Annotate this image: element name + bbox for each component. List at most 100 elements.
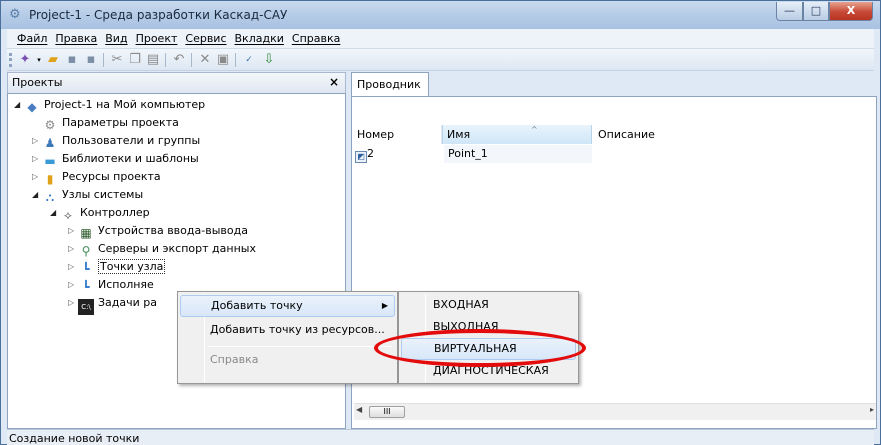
toolbar-grip[interactable] <box>9 53 12 67</box>
collapsed-arrow-icon[interactable]: ▷ <box>68 222 78 240</box>
paste-icon[interactable]: ▤ <box>145 52 161 68</box>
points-icon: ┗ <box>82 262 90 276</box>
tree-item-controller[interactable]: ◢ ⟡ Контроллер <box>50 204 150 222</box>
highlight-circle <box>374 329 586 367</box>
column-header-name[interactable]: ^ Имя <box>442 125 592 144</box>
tree-item-label: Project-1 на Мой компьютер <box>44 98 206 111</box>
collapsed-arrow-icon[interactable]: ▷ <box>68 294 78 312</box>
submenu-arrow-icon: ▶ <box>381 301 388 310</box>
tree-item-label: Точки узла <box>98 259 166 274</box>
menu-separator <box>208 346 392 347</box>
expanded-arrow-icon[interactable]: ◢ <box>50 204 60 222</box>
collapsed-arrow-icon[interactable]: ▷ <box>32 132 42 150</box>
expanded-arrow-icon[interactable]: ◢ <box>32 186 42 204</box>
app-window: ⚙ Project-1 - Среда разработки Каскад-СА… <box>0 0 881 445</box>
tasks-icon: C:\ <box>78 299 94 315</box>
tree-item-io-devices[interactable]: ▷ ▦ Устройства ввода-вывода <box>68 222 248 240</box>
row-description-cell[interactable] <box>596 145 876 163</box>
properties-icon[interactable]: ▣ <box>215 52 231 68</box>
close-panel-icon[interactable]: × <box>329 75 339 89</box>
sort-ascending-icon: ^ <box>531 125 538 134</box>
tree-item-label: Пользователи и группы <box>62 134 201 147</box>
window-title: Project-1 - Среда разработки Каскад-САУ <box>29 8 288 22</box>
close-button[interactable]: X <box>829 2 873 21</box>
menu-project[interactable]: Проект <box>132 29 182 45</box>
point-icon: ◩ <box>355 151 367 163</box>
tree-item-label: Контроллер <box>80 206 150 219</box>
tree-item-label: Устройства ввода-вывода <box>98 224 248 237</box>
menu-file[interactable]: Файл <box>13 29 51 45</box>
resources-icon: ▮ <box>46 172 54 186</box>
menu-item-add-point-from-resources[interactable]: Добавить точку из ресурсов... <box>180 319 395 341</box>
settings-icon: ⚙ <box>44 118 56 132</box>
row-number-cell[interactable]: ◩ 2 <box>355 145 441 163</box>
menu-help[interactable]: Справка <box>288 29 344 45</box>
menu-item-input[interactable]: ВХОДНАЯ <box>401 294 576 316</box>
expanded-arrow-icon[interactable]: ◢ <box>14 96 24 114</box>
row-name-cell[interactable]: Point_1 <box>444 145 592 163</box>
projects-panel-header: Проекты × <box>7 72 346 93</box>
copy-icon[interactable]: ❐ <box>127 52 143 68</box>
tree-item-label: Серверы и экспорт данных <box>98 242 256 255</box>
tree-item-label: Исполняе <box>98 278 154 291</box>
tree-item-node-points[interactable]: ▷ ┗ Точки узла <box>68 258 166 276</box>
maximize-button[interactable]: □ <box>803 2 829 21</box>
menu-service[interactable]: Сервис <box>181 29 230 45</box>
spellcheck-icon[interactable]: ✓ <box>241 52 257 68</box>
title-bar: ⚙ Project-1 - Среда разработки Каскад-СА… <box>1 1 880 29</box>
save-icon[interactable]: ▪ <box>64 52 80 68</box>
tree-item-project[interactable]: ◢ ◆ Project-1 на Мой компьютер <box>14 96 205 114</box>
collapsed-arrow-icon[interactable]: ▷ <box>68 240 78 258</box>
status-bar: Создание новой точки <box>7 429 874 445</box>
collapsed-arrow-icon[interactable]: ▷ <box>32 150 42 168</box>
undo-icon[interactable]: ↶ <box>171 52 187 68</box>
tree-item-project-params[interactable]: ⚙ Параметры проекта <box>32 114 179 132</box>
menu-view[interactable]: Вид <box>101 29 131 45</box>
tree-item-label: Задачи ра <box>98 296 158 309</box>
download-icon[interactable]: ⇩ <box>261 52 277 68</box>
library-icon: ▬ <box>44 154 56 168</box>
collapsed-arrow-icon[interactable]: ▷ <box>68 276 78 294</box>
menu-item-add-point[interactable]: Добавить точку ▶ <box>180 295 395 317</box>
menu-tabs[interactable]: Вкладки <box>231 29 288 45</box>
tree-item-users[interactable]: ▷ ♟ Пользователи и группы <box>32 132 200 150</box>
save-all-icon[interactable]: ▪ <box>83 52 99 68</box>
delete-icon[interactable]: ✕ <box>197 52 213 68</box>
column-header-number[interactable]: Номер <box>357 125 442 144</box>
menu-edit[interactable]: Правка <box>51 29 101 45</box>
tree-item-executables[interactable]: ▷ ┗ Исполняе <box>68 276 154 294</box>
scroll-thumb[interactable]: III <box>369 406 405 418</box>
toolbar: ✦ ▾ ▰ ▪ ▪ ✂ ❐ ▤ ↶ ✕ ▣ ✓ ⇩ <box>7 49 874 71</box>
collapsed-arrow-icon[interactable]: ▷ <box>32 168 42 186</box>
tree-item-resources[interactable]: ▷ ▮ Ресурсы проекта <box>32 168 161 186</box>
horizontal-scrollbar[interactable]: ◀ III ▸ <box>354 403 876 420</box>
scroll-left-icon[interactable]: ◀ <box>356 405 368 414</box>
menu-item-help[interactable]: Справка <box>180 349 395 371</box>
cut-icon[interactable]: ✂ <box>109 52 125 68</box>
tree-item-label: Библиотеки и шаблоны <box>62 152 199 165</box>
tree-item-libraries[interactable]: ▷ ▬ Библиотеки и шаблоны <box>32 150 199 168</box>
toolbar-separator <box>235 53 236 67</box>
server-icon: ⚲ <box>81 244 91 258</box>
tree-item-label: Узлы системы <box>62 188 144 201</box>
tree-item-tasks[interactable]: ▷ C:\ Задачи ра <box>68 294 158 315</box>
open-folder-icon[interactable]: ▰ <box>45 52 61 68</box>
context-menu: Добавить точку ▶ Добавить точку из ресур… <box>177 291 398 384</box>
projects-panel-title: Проекты <box>12 76 63 89</box>
minimize-button[interactable]: — <box>776 2 803 21</box>
project-icon: ◆ <box>27 100 37 114</box>
collapsed-arrow-icon[interactable]: ▷ <box>68 258 78 276</box>
column-header-description[interactable]: Описание <box>596 125 876 144</box>
nodes-icon: ⛬ <box>45 190 55 204</box>
gear-icon: ⚙ <box>9 7 21 22</box>
exec-icon: ┗ <box>82 280 90 294</box>
tree-item-servers[interactable]: ▷ ⚲ Серверы и экспорт данных <box>68 240 256 258</box>
io-device-icon: ▦ <box>80 226 92 240</box>
scroll-right-icon[interactable]: ▸ <box>870 405 874 414</box>
tree-item-label: Параметры проекта <box>62 116 179 129</box>
tree-item-nodes[interactable]: ◢ ⛬ Узлы системы <box>32 186 143 204</box>
tab-explorer[interactable]: Проводник <box>351 72 429 96</box>
toolbar-separator <box>191 53 192 67</box>
column-header-label: Имя <box>447 128 471 141</box>
tab-strip: Проводник <box>351 72 877 96</box>
